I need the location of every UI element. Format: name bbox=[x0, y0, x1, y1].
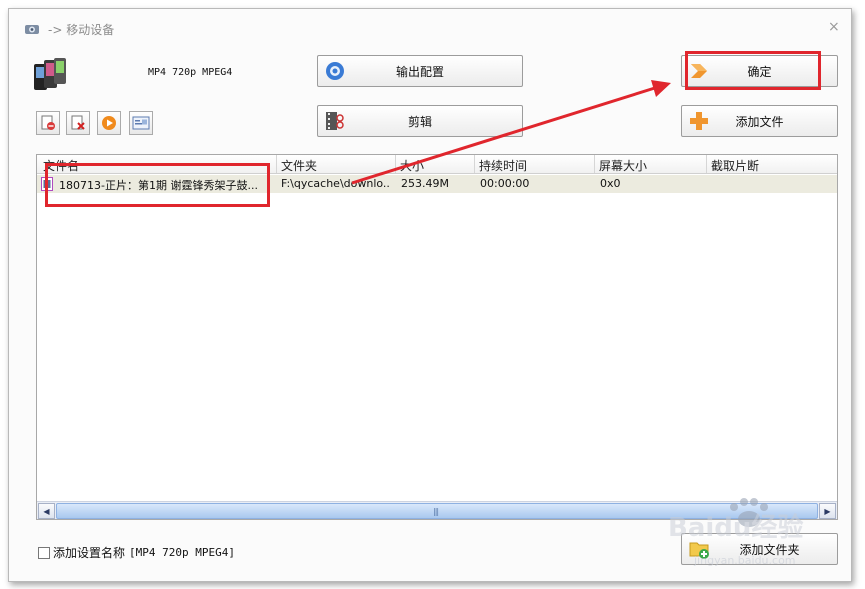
output-config-label: 输出配置 bbox=[395, 64, 444, 79]
cell-filename: 180713-正片：第1期 谢霆锋秀架子鼓... bbox=[59, 179, 258, 192]
title-bar: -> 移动设备 bbox=[24, 20, 114, 38]
app-icon bbox=[25, 25, 39, 34]
scroll-left-button[interactable]: ◀ bbox=[38, 503, 55, 519]
checkbox-label: 添加设置名称 bbox=[53, 546, 126, 560]
clip-button[interactable]: 剪辑 bbox=[317, 105, 523, 137]
scroll-right-button[interactable]: ▶ bbox=[819, 503, 836, 519]
horizontal-scrollbar[interactable]: ◀ ||| ▶ bbox=[37, 501, 837, 519]
confirm-label: 确定 bbox=[747, 64, 772, 79]
window-title: -> 移动设备 bbox=[48, 22, 115, 37]
video-file-icon bbox=[41, 177, 53, 191]
column-separator bbox=[276, 155, 277, 173]
arrow-right-icon bbox=[691, 64, 707, 78]
remove-file-icon bbox=[41, 115, 55, 130]
table-row[interactable]: 180713-正片：第1期 谢霆锋秀架子鼓... F:\qycache\down… bbox=[37, 175, 837, 193]
play-icon bbox=[102, 116, 116, 130]
add-file-button[interactable]: 添加文件 bbox=[681, 105, 838, 137]
column-header-screen-size[interactable]: 屏幕大小 bbox=[599, 157, 647, 174]
format-label: MP4 720p MPEG4 bbox=[148, 67, 233, 78]
cell-screen-size: 0x0 bbox=[600, 177, 621, 190]
column-separator bbox=[395, 155, 396, 173]
remove-file-button[interactable] bbox=[36, 111, 60, 135]
info-button[interactable] bbox=[129, 111, 153, 135]
column-separator bbox=[706, 155, 707, 173]
confirm-button[interactable]: 确定 bbox=[681, 55, 838, 87]
cell-folder: F:\qycache\downlo... bbox=[281, 177, 391, 190]
cell-size: 253.49M bbox=[401, 177, 449, 190]
column-separator bbox=[474, 155, 475, 173]
scroll-thumb[interactable]: ||| bbox=[56, 503, 818, 519]
scroll-grip-icon: ||| bbox=[433, 507, 439, 516]
settings-gear-icon bbox=[326, 62, 344, 80]
column-separator bbox=[594, 155, 595, 173]
output-config-button[interactable]: 输出配置 bbox=[317, 55, 523, 87]
table-header: 文件名 文件夹 大小 持续时间 屏幕大小 截取片断 bbox=[37, 155, 837, 174]
clip-label: 剪辑 bbox=[407, 114, 432, 129]
add-setting-name-option[interactable]: 添加设置名称 [MP4 720p MPEG4] bbox=[38, 544, 235, 561]
column-header-duration[interactable]: 持续时间 bbox=[479, 157, 527, 174]
add-folder-button[interactable]: 添加文件夹 bbox=[681, 533, 838, 565]
column-header-clip[interactable]: 截取片断 bbox=[711, 157, 759, 174]
add-folder-label: 添加文件夹 bbox=[739, 542, 800, 557]
plus-icon bbox=[690, 112, 708, 130]
film-scissors-icon bbox=[326, 112, 344, 130]
folder-add-icon bbox=[689, 542, 709, 559]
add-file-label: 添加文件 bbox=[735, 114, 784, 129]
cell-duration: 00:00:00 bbox=[480, 177, 530, 190]
info-icon bbox=[132, 116, 150, 130]
checkbox-value: [MP4 720p MPEG4] bbox=[129, 546, 235, 559]
mobile-phones-icon bbox=[34, 58, 66, 90]
delete-button[interactable] bbox=[66, 111, 90, 135]
column-header-filename[interactable]: 文件名 bbox=[43, 157, 79, 174]
file-table[interactable]: 文件名 文件夹 大小 持续时间 屏幕大小 截取片断 180713-正片：第1期 … bbox=[36, 154, 838, 520]
play-button[interactable] bbox=[97, 111, 121, 135]
add-setting-name-checkbox[interactable] bbox=[38, 546, 50, 559]
close-icon[interactable]: × bbox=[828, 19, 840, 35]
delete-icon bbox=[71, 115, 85, 130]
column-header-size[interactable]: 大小 bbox=[400, 157, 424, 174]
column-header-folder[interactable]: 文件夹 bbox=[281, 157, 317, 174]
